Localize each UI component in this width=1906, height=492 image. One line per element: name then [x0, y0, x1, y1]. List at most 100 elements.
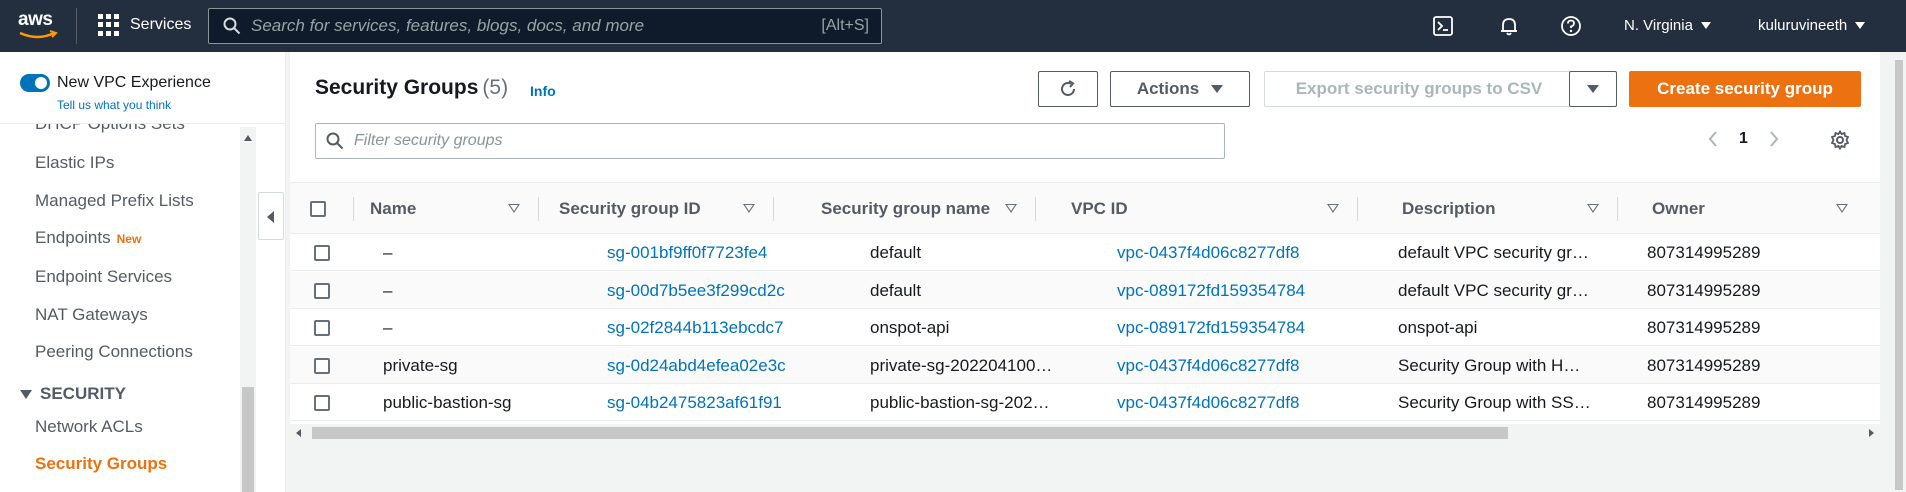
sidebar-scrollbar[interactable] [240, 127, 256, 492]
export-csv-button[interactable]: Export security groups to CSV [1264, 71, 1574, 107]
table-row[interactable]: – sg-02f2844b113ebcdc7 onspot-api vpc-08… [290, 309, 1880, 346]
region-selector[interactable]: N. Virginia [1624, 17, 1711, 34]
cell-owner: 807314995289 [1647, 280, 1761, 300]
cell-name: public-bastion-sg [383, 392, 512, 412]
chevron-right-icon[interactable] [1768, 130, 1780, 148]
search-shortcut-hint: [Alt+S] [821, 17, 869, 34]
current-page[interactable]: 1 [1739, 130, 1748, 148]
column-header-security-group-name[interactable]: Security group name [821, 183, 1017, 235]
sidebar-item-elastic-ips[interactable]: Elastic IPs [35, 153, 114, 173]
sort-icon [1327, 204, 1339, 213]
sidebar-item-managed-prefix-lists[interactable]: Managed Prefix Lists [35, 191, 194, 211]
scroll-thumb[interactable] [1895, 60, 1903, 490]
sort-icon [508, 204, 520, 213]
account-menu[interactable]: kuluruvineeth [1758, 17, 1866, 34]
table-horizontal-scrollbar[interactable] [290, 424, 1880, 442]
column-label: Owner [1652, 199, 1705, 218]
gear-icon[interactable] [1830, 130, 1850, 150]
chevron-down-icon [1855, 22, 1866, 29]
region-label: N. Virginia [1624, 17, 1693, 34]
vpc-experience-panel: New VPC Experience Tell us what you thin… [0, 52, 285, 124]
column-header-security-group-id[interactable]: Security group ID [559, 183, 755, 235]
filter-security-groups-input[interactable]: Filter security groups [315, 123, 1225, 159]
vpc-id-link[interactable]: vpc-089172fd159354784 [1117, 309, 1347, 346]
cell-security-group-name: onspot-api [870, 317, 950, 337]
caret-down-icon [20, 389, 32, 399]
export-dropdown-button[interactable] [1569, 71, 1617, 107]
nav-divider [76, 8, 77, 44]
security-group-id-link[interactable]: sg-001bf9ff0f7723fe4 [607, 234, 807, 271]
sidebar-item-endpoints[interactable]: Endpoints New [35, 228, 141, 248]
security-group-id-link[interactable]: sg-0d24abd4efea02e3c [607, 347, 807, 384]
create-security-group-button[interactable]: Create security group [1629, 71, 1861, 107]
sidebar-item-security-groups[interactable]: Security Groups [35, 454, 167, 474]
security-group-id-link[interactable]: sg-00d7b5ee3f299cd2c [607, 272, 807, 309]
global-search-input[interactable]: Search for services, features, blogs, do… [208, 8, 882, 44]
security-group-id-link[interactable]: sg-04b2475823af61f91 [607, 384, 807, 421]
column-header-description[interactable]: Description [1402, 183, 1599, 235]
column-header-owner[interactable]: Owner [1652, 183, 1848, 235]
column-header-name[interactable]: Name [370, 183, 520, 235]
sidebar-item-peering-connections[interactable]: Peering Connections [35, 342, 193, 362]
sort-icon [1587, 204, 1599, 213]
aws-smile-icon [19, 30, 58, 39]
scroll-thumb[interactable] [242, 387, 254, 492]
cell-description: Security Group with H… [1398, 355, 1581, 375]
vpc-id-link[interactable]: vpc-089172fd159354784 [1117, 272, 1347, 309]
actions-dropdown-button[interactable]: Actions [1110, 71, 1250, 107]
export-label: Export security groups to CSV [1295, 79, 1543, 98]
security-group-id-link[interactable]: sg-02f2844b113ebcdc7 [607, 309, 807, 346]
cell-owner: 807314995289 [1647, 242, 1761, 262]
title-text: Security Groups [315, 76, 479, 99]
help-icon[interactable] [1560, 15, 1582, 37]
vpc-id-link[interactable]: vpc-0437f4d06c8277df8 [1117, 347, 1347, 384]
main-content: Security Groups (5) Info Actions Export s… [290, 52, 1890, 492]
row-checkbox[interactable] [314, 358, 330, 374]
cell-name: private-sg [383, 355, 458, 375]
sidebar-item-network-acls[interactable]: Network ACLs [35, 417, 143, 437]
cell-security-group-name: default [870, 280, 922, 300]
column-label: Name [370, 199, 417, 218]
new-badge: New [116, 232, 142, 246]
select-all-checkbox[interactable] [310, 201, 326, 217]
sidebar-section-security[interactable]: SECURITY [20, 384, 126, 404]
aws-logo[interactable]: aws [18, 10, 62, 42]
vpc-id-link[interactable]: vpc-0437f4d06c8277df8 [1117, 384, 1347, 421]
cell-description: default VPC security gr… [1398, 280, 1589, 300]
scroll-left-icon[interactable] [296, 429, 301, 437]
table-row[interactable]: public-bastion-sg sg-04b2475823af61f91 p… [290, 384, 1880, 421]
chevron-left-icon[interactable] [1707, 130, 1719, 148]
row-checkbox[interactable] [314, 320, 330, 336]
sidebar-item-nat-gateways[interactable]: NAT Gateways [35, 305, 148, 325]
user-name: kuluruvineeth [1758, 17, 1848, 34]
table-row[interactable]: – sg-00d7b5ee3f299cd2c default vpc-08917… [290, 272, 1880, 309]
refresh-button[interactable] [1038, 71, 1098, 107]
column-label: Security group ID [559, 199, 701, 218]
sidebar-item-endpoint-services[interactable]: Endpoint Services [35, 267, 172, 287]
table-row[interactable]: private-sg sg-0d24abd4efea02e3c private-… [290, 347, 1880, 384]
table-row[interactable]: – sg-001bf9ff0f7723fe4 default vpc-0437f… [290, 234, 1880, 271]
scroll-up-icon[interactable] [244, 135, 252, 141]
services-label: Services [130, 16, 192, 33]
column-header-vpc-id[interactable]: VPC ID [1071, 183, 1339, 235]
info-link[interactable]: Info [530, 83, 556, 99]
new-vpc-experience-toggle[interactable] [20, 74, 50, 92]
row-checkbox[interactable] [314, 283, 330, 299]
cloudshell-icon[interactable] [1432, 15, 1454, 37]
cell-description: default VPC security gr… [1398, 242, 1589, 262]
create-label: Create security group [1657, 79, 1833, 98]
section-label: SECURITY [40, 384, 126, 403]
collapse-sidebar-button[interactable] [258, 192, 284, 240]
page-vertical-scrollbar[interactable] [1892, 52, 1906, 492]
row-checkbox[interactable] [314, 245, 330, 261]
column-divider [1617, 197, 1618, 221]
notifications-bell-icon[interactable] [1498, 15, 1520, 37]
scroll-thumb[interactable] [312, 427, 1508, 439]
services-grid-icon [98, 14, 120, 36]
cell-name: – [383, 242, 393, 262]
row-checkbox[interactable] [314, 395, 330, 411]
vpc-id-link[interactable]: vpc-0437f4d06c8277df8 [1117, 234, 1347, 271]
scroll-right-icon[interactable] [1869, 429, 1874, 437]
feedback-link[interactable]: Tell us what you think [57, 98, 171, 112]
services-menu-button[interactable]: Services [98, 14, 191, 36]
